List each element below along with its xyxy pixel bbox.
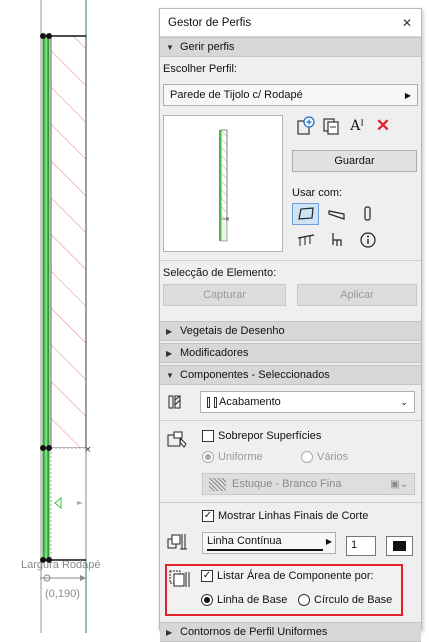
pen-number-input[interactable]: 1 [346, 536, 376, 556]
svg-text:×: × [225, 216, 230, 223]
capture-button-label: Capturar [203, 289, 246, 301]
divider [160, 502, 421, 503]
show-cut-lines-checkbox[interactable]: ✓ Mostrar Linhas Finais de Corte [202, 510, 368, 522]
close-icon[interactable]: ✕ [393, 16, 421, 30]
surface-material-dropdown[interactable]: Estuque - Branco Fina ▣⌄ [202, 473, 415, 495]
railing-tool-icon[interactable] [292, 229, 319, 251]
apply-button-label: Aplicar [340, 289, 374, 301]
checkbox-box: ✓ [201, 570, 213, 582]
section-title: Gerir perfis [180, 41, 235, 53]
surface-material-value: Estuque - Branco Fina [232, 478, 342, 490]
material-swatch-icon [209, 477, 226, 491]
line-type-selector[interactable]: Linha Contínua ▶ [202, 532, 336, 554]
show-cut-lines-label: Mostrar Linhas Finais de Corte [218, 510, 369, 522]
line-type-icon [166, 531, 188, 553]
profile-dropdown[interactable]: Parede de Tijolo c/ Rodapé ▶ [163, 84, 418, 106]
component-type-icon [167, 394, 183, 410]
section-title: Contornos de Perfil Uniformes [180, 626, 328, 638]
component-dropdown[interactable]: Acabamento ⌄ [200, 391, 415, 413]
radio-circle [301, 451, 313, 463]
various-label: Vários [317, 451, 349, 463]
component-swatch-icon [214, 396, 217, 408]
radio-circle [202, 451, 214, 463]
checkbox-box: ✓ [202, 510, 214, 522]
duplicate-icon[interactable] [321, 116, 341, 136]
chair-object-icon[interactable] [325, 229, 349, 251]
divider [160, 420, 421, 421]
column-tool-icon[interactable] [356, 203, 380, 225]
dimension-label: Largura Rodapé [21, 559, 101, 571]
section-contornos[interactable]: ▶ Contornos de Perfil Uniformes [160, 622, 421, 642]
component-swatch-icon [207, 396, 210, 408]
list-area-label: Listar Área de Componente por: [217, 570, 374, 582]
material-picker-icon: ▣⌄ [390, 478, 408, 490]
checkbox-box [202, 430, 214, 442]
collapse-arrow-icon: ▼ [166, 370, 174, 380]
chevron-right-icon: ▶ [325, 537, 332, 546]
chevron-right-icon: ▶ [404, 90, 411, 100]
element-selection-label: Selecção de Elemento: [163, 267, 277, 279]
radio-circle [298, 594, 310, 606]
panel-title: Gestor de Perfis [168, 16, 252, 29]
uniform-radio[interactable]: Uniforme [202, 451, 263, 463]
profile-dropdown-value: Parede de Tijolo c/ Rodapé [170, 89, 303, 101]
components-body: Acabamento ⌄ Sobrepor Superfícies Unifor… [160, 385, 421, 621]
pen-color-icon [393, 541, 406, 551]
profile-manager-panel: Gestor de Perfis ✕ ▼ Gerir perfis Escolh… [159, 8, 422, 642]
section-title: Modificadores [180, 347, 249, 359]
svg-text:×: × [84, 445, 92, 455]
chevron-down-icon: ⌄ [400, 396, 408, 407]
choose-profile-label: Escolher Perfil: [163, 63, 237, 75]
section-title: Vegetais de Desenho [180, 325, 285, 337]
profile-tools: Aᴵ ✕ [295, 116, 393, 136]
expand-arrow-icon: ▶ [166, 326, 173, 336]
various-radio[interactable]: Vários [301, 451, 348, 463]
baseline-radio[interactable]: Linha de Base [201, 594, 287, 606]
area-list-icon [168, 568, 190, 590]
circle-radio[interactable]: Círculo de Base [298, 594, 392, 606]
manage-profiles-body: Escolher Perfil: Parede de Tijolo c/ Rod… [160, 57, 421, 319]
save-button[interactable]: Guardar [292, 150, 417, 172]
collapse-arrow-icon: ▼ [166, 42, 174, 52]
component-dropdown-value: Acabamento [219, 396, 281, 408]
override-surfaces-checkbox[interactable]: Sobrepor Superfícies [202, 430, 321, 442]
line-type-preview [207, 549, 323, 551]
baseline-label: Linha de Base [217, 594, 288, 606]
wall-drawing: × [40, 0, 92, 633]
wall-tool-icon[interactable] [292, 203, 319, 225]
override-surfaces-label: Sobrepor Superfícies [218, 430, 322, 442]
line-type-value: Linha Contínua [207, 535, 282, 547]
beam-tool-icon[interactable] [325, 203, 349, 225]
expand-arrow-icon: ▶ [166, 348, 173, 358]
info-icon[interactable] [356, 229, 380, 251]
use-with-label: Usar com: [292, 187, 343, 199]
uniform-label: Uniforme [218, 451, 263, 463]
delete-icon[interactable]: ✕ [373, 116, 393, 136]
section-gerir-perfis[interactable]: ▼ Gerir perfis [160, 37, 421, 57]
list-area-highlight: ✓ Listar Área de Componente por: Linha d… [165, 564, 403, 616]
panel-titlebar[interactable]: Gestor de Perfis ✕ [160, 9, 421, 37]
profile-preview: × [163, 115, 283, 252]
list-area-checkbox[interactable]: ✓ Listar Área de Componente por: [201, 570, 374, 582]
section-vegetais[interactable]: ▶ Vegetais de Desenho [160, 321, 421, 341]
capture-button[interactable]: Capturar [163, 284, 286, 306]
drawing-canvas[interactable]: × Largura Rodapé (0,190) [0, 0, 155, 633]
profile-preview-drawing: × [219, 129, 230, 242]
new-profile-icon[interactable] [295, 116, 315, 136]
surface-paint-icon [166, 430, 188, 450]
expand-arrow-icon: ▶ [166, 627, 173, 637]
apply-button[interactable]: Aplicar [297, 284, 417, 306]
dimension-value: (0,190) [45, 588, 80, 600]
circle-label: Círculo de Base [314, 594, 393, 606]
divider [160, 260, 421, 261]
section-title: Componentes - Seleccionados [180, 369, 330, 381]
rename-icon[interactable]: Aᴵ [347, 116, 367, 136]
section-componentes[interactable]: ▼ Componentes - Seleccionados [160, 365, 421, 385]
pen-color-swatch[interactable] [386, 536, 413, 556]
radio-circle [201, 594, 213, 606]
section-modificadores[interactable]: ▶ Modificadores [160, 343, 421, 363]
pen-number-value: 1 [351, 539, 358, 551]
save-button-label: Guardar [334, 155, 375, 167]
